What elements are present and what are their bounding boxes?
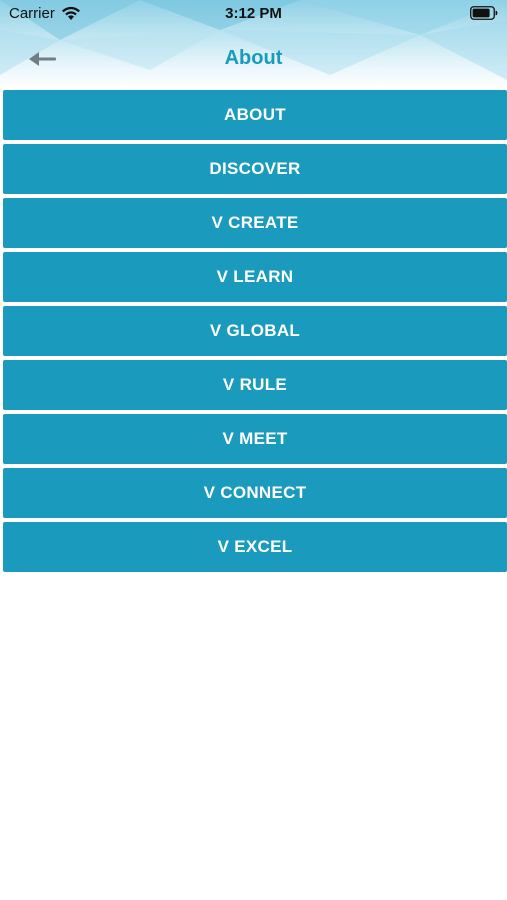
menu-item-discover[interactable]: DISCOVER <box>3 144 507 194</box>
menu-item-v-create[interactable]: V CREATE <box>3 198 507 248</box>
menu-list: ABOUT DISCOVER V CREATE V LEARN V GLOBAL… <box>3 90 507 576</box>
menu-item-v-excel[interactable]: V EXCEL <box>3 522 507 572</box>
navigation-bar: About <box>0 36 507 82</box>
header-background: Carrier 3:12 PM About <box>0 0 507 88</box>
menu-item-about[interactable]: ABOUT <box>3 90 507 140</box>
menu-item-v-global[interactable]: V GLOBAL <box>3 306 507 356</box>
menu-item-v-meet[interactable]: V MEET <box>3 414 507 464</box>
battery-icon <box>470 6 498 20</box>
status-bar: Carrier 3:12 PM <box>0 0 507 28</box>
menu-item-v-learn[interactable]: V LEARN <box>3 252 507 302</box>
status-time: 3:12 PM <box>225 5 282 22</box>
menu-item-v-connect[interactable]: V CONNECT <box>3 468 507 518</box>
menu-item-v-rule[interactable]: V RULE <box>3 360 507 410</box>
page-title: About <box>224 47 283 69</box>
